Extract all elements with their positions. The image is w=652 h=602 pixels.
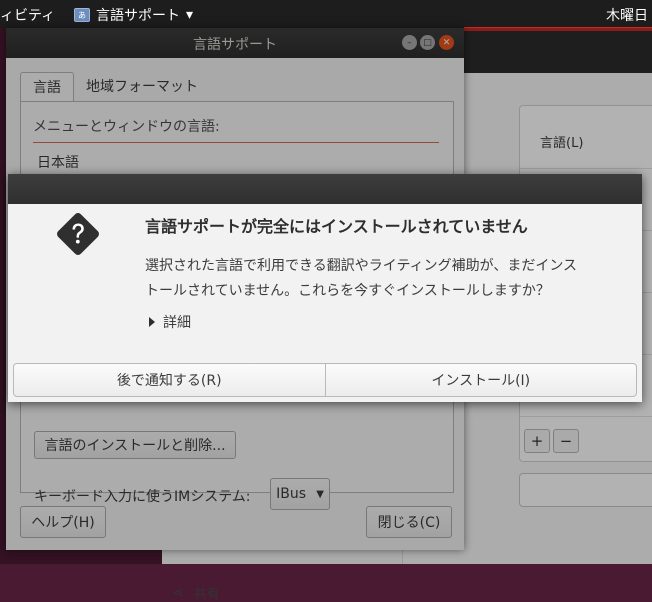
app-menu-label: 言語サポート — [96, 8, 180, 24]
top-panel: ィビティ あ 言語サポート ▾ 木曜日 — [0, 0, 652, 31]
question-icon — [57, 213, 99, 255]
dialog-message-line: 選択された言語で利用できる翻訳やライティング補助が、まだインス — [145, 258, 578, 274]
dialog-message-line: トールされていません。これらを今すぐインストールしますか？ — [145, 283, 550, 299]
details-expander[interactable]: 詳細 — [149, 312, 191, 332]
install-button[interactable]: インストール(I) — [325, 363, 637, 397]
dialog-actions: 後で通知する(R) インストール(I) — [13, 363, 637, 397]
app-menu[interactable]: あ 言語サポート ▾ — [74, 5, 193, 25]
chevron-down-icon: ▾ — [186, 7, 194, 23]
language-support-app-icon: あ — [74, 8, 90, 22]
share-icon: ⋖ — [172, 584, 184, 601]
sidebar-item-share[interactable]: ⋖ 共有 — [172, 583, 220, 602]
sidebar-item-label: 共有 — [193, 587, 220, 602]
incomplete-language-support-dialog: 言語サポートが完全にはインストールされていません 選択された言語で利用できる翻訳… — [8, 174, 642, 402]
activities-button[interactable]: ィビティ — [0, 5, 55, 25]
expander-arrow-icon — [149, 317, 155, 327]
dialog-titlebar[interactable] — [8, 174, 642, 204]
details-label: 詳細 — [163, 315, 191, 331]
remind-later-button[interactable]: 後で通知する(R) — [13, 363, 326, 397]
dialog-heading: 言語サポートが完全にはインストールされていません — [145, 217, 528, 236]
dialog-message: 選択された言語で利用できる翻訳やライティング補助が、まだインス トールされていま… — [145, 254, 625, 304]
clock[interactable]: 木曜日 — [606, 5, 648, 25]
